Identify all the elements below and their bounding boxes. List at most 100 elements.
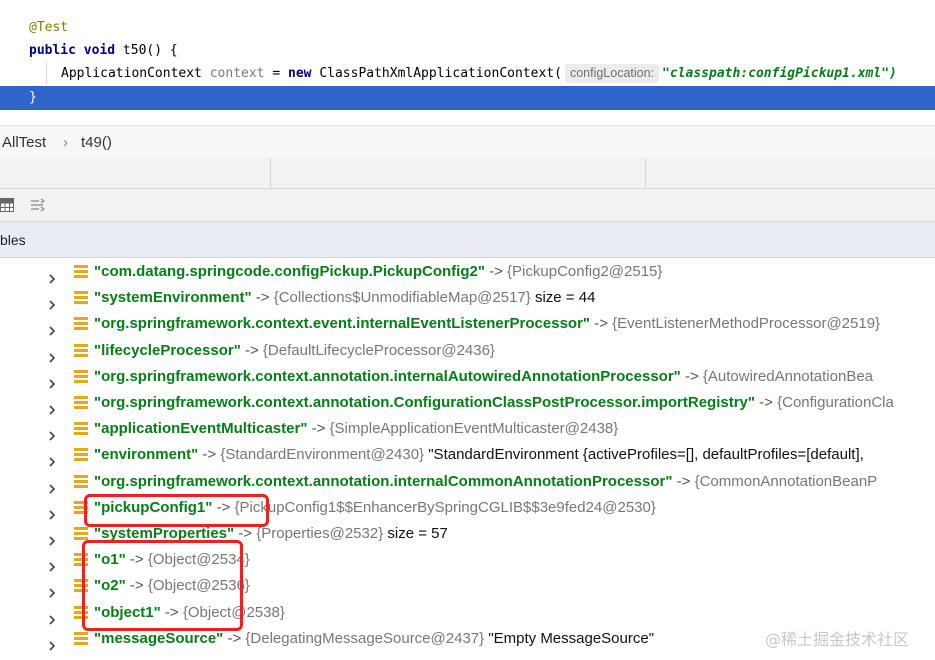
string-literal: "classpath:configPickup1.xml") — [662, 66, 897, 81]
tree-row[interactable]: "org.springframework.context.event.inter… — [0, 311, 935, 337]
entry-extra: size = 57 — [387, 525, 448, 542]
tree-row[interactable]: "lifecycleProcessor" -> {DefaultLifecycl… — [0, 338, 935, 364]
entry-arrow: -> — [311, 420, 326, 438]
entry-arrow: -> — [255, 289, 270, 307]
entry-arrow: -> — [489, 263, 503, 280]
entry-ref: {DefaultLifecycleProcessor@2436} — [262, 341, 495, 359]
debug-tabs-bar — [0, 158, 935, 189]
tree-row[interactable]: "org.springframework.context.annotation.… — [0, 390, 935, 416]
entry-arrow: -> — [594, 315, 608, 333]
chevron-right-icon[interactable] — [47, 293, 57, 310]
entry-arrow: -> — [676, 472, 691, 490]
breadcrumb-separator: › — [63, 134, 68, 151]
entry-key: "applicationEventMulticaster" — [94, 420, 308, 438]
chevron-right-icon[interactable] — [47, 372, 57, 389]
chevron-right-icon[interactable] — [47, 529, 57, 546]
breadcrumb-method[interactable]: t49() — [81, 134, 112, 151]
entry-extra: "Empty MessageSource" — [488, 629, 655, 647]
chevron-right-icon[interactable] — [47, 555, 57, 572]
type-name: ApplicationContext — [61, 66, 202, 81]
entry-key: "lifecycleProcessor" — [94, 341, 241, 359]
chevron-right-icon[interactable] — [47, 477, 57, 494]
entry-extra: "StandardEnvironment {activeProfiles=[],… — [428, 446, 864, 464]
variable-name: context — [209, 66, 265, 81]
chevron-right-icon[interactable] — [47, 634, 57, 651]
entry-ref: {EventListenerMethodProcessor@2519} — [612, 315, 881, 333]
field-icon — [74, 474, 88, 489]
field-icon — [74, 317, 88, 331]
entry-arrow: -> — [202, 446, 217, 464]
entry-arrow: -> — [759, 394, 773, 411]
entry-extra: size = 44 — [534, 289, 596, 307]
equals-sign: = — [272, 66, 281, 81]
tree-row[interactable]: "environment" -> {StandardEnvironment@24… — [0, 442, 935, 468]
annotation-text: @Test — [29, 20, 69, 35]
code-line-context: ApplicationContext context = new ClassPa… — [0, 62, 935, 86]
closing-brace: } — [29, 90, 37, 105]
debug-toolbar — [0, 189, 935, 222]
entry-ref: {DelegatingMessageSource@2437} — [245, 629, 485, 647]
entry-key: "environment" — [94, 446, 199, 464]
variables-header: bles — [0, 222, 935, 258]
highlight-box-objects — [82, 540, 243, 631]
tree-row[interactable]: "org.springframework.context.annotation.… — [0, 364, 935, 390]
chevron-right-icon[interactable] — [47, 450, 57, 467]
tree-row[interactable]: "systemEnvironment" -> {Collections$Unmo… — [0, 285, 935, 311]
field-icon — [74, 369, 88, 384]
chevron-right-icon[interactable] — [47, 319, 57, 336]
breadcrumb-class[interactable]: AllTest — [2, 134, 46, 151]
entry-ref: {CommonAnnotationBeanP — [694, 472, 878, 490]
entry-key: "systemEnvironment" — [94, 289, 252, 307]
entry-key: "com.datang.springcode.configPickup.Pick… — [94, 263, 485, 280]
entry-arrow: -> — [227, 629, 242, 647]
chevron-right-icon[interactable] — [47, 398, 57, 415]
highlight-box-pickupconfig1 — [84, 494, 269, 527]
new-keyword: new — [288, 66, 312, 81]
tree-row[interactable]: "com.datang.springcode.configPickup.Pick… — [0, 259, 935, 285]
field-icon — [74, 396, 88, 410]
method-keywords: public void — [29, 43, 116, 58]
field-icon — [74, 265, 88, 279]
entry-key: "messageSource" — [94, 629, 224, 647]
chevron-right-icon[interactable] — [47, 424, 57, 441]
field-icon — [74, 631, 88, 646]
parameter-hint: configLocation: — [564, 64, 660, 83]
entry-ref: {PickupConfig1$$EnhancerBySpringCGLIB$$3… — [234, 498, 656, 516]
code-editor[interactable]: @Test public void t50() { ApplicationCon… — [0, 0, 935, 110]
watermark: @稀土掘金技术社区 — [765, 630, 910, 649]
entry-key: "org.springframework.context.annotation.… — [94, 367, 681, 385]
chevron-right-icon[interactable] — [47, 503, 57, 520]
entry-arrow: -> — [684, 367, 699, 385]
variables-title: bles — [0, 232, 26, 248]
field-icon — [74, 291, 88, 305]
field-icon — [74, 448, 88, 462]
entry-key: "org.springframework.context.event.inter… — [94, 315, 591, 333]
field-icon — [74, 527, 88, 541]
tree-row[interactable]: "applicationEventMulticaster" -> {Simple… — [0, 416, 935, 442]
chevron-right-icon[interactable] — [47, 267, 57, 284]
entry-ref: {AutowiredAnnotationBea — [702, 367, 874, 385]
entry-ref: {SimpleApplicationEventMulticaster@2438} — [329, 420, 619, 438]
entry-key: "org.springframework.context.annotation.… — [94, 472, 673, 490]
chevron-right-icon[interactable] — [47, 581, 57, 598]
entry-ref: {ConfigurationCla — [777, 394, 894, 411]
class-constructor: ClassPathXmlApplicationContext( — [319, 66, 562, 81]
field-icon — [74, 343, 88, 358]
restore-layout-icon[interactable] — [30, 198, 46, 217]
entry-arrow: -> — [238, 525, 253, 542]
entry-ref: {PickupConfig2@2515} — [507, 263, 663, 280]
entry-key: "org.springframework.context.annotation.… — [94, 394, 755, 411]
tree-row[interactable]: "org.springframework.context.annotation.… — [0, 469, 935, 495]
code-line-method: public void t50() { — [0, 39, 935, 63]
chevron-right-icon[interactable] — [47, 608, 57, 625]
entry-ref: {StandardEnvironment@2430} — [220, 446, 425, 464]
entry-ref: {Collections$UnmodifiableMap@2517} — [273, 289, 531, 307]
entry-ref: {Properties@2532} — [256, 525, 384, 542]
chevron-right-icon[interactable] — [47, 346, 57, 363]
breadcrumb: AllTest › t49() — [0, 125, 935, 160]
table-icon[interactable] — [0, 198, 14, 217]
method-name: t50() { — [122, 43, 178, 58]
code-line-annotation: @Test — [0, 16, 935, 40]
code-line-selected[interactable]: } — [0, 86, 935, 110]
field-icon — [74, 422, 88, 436]
